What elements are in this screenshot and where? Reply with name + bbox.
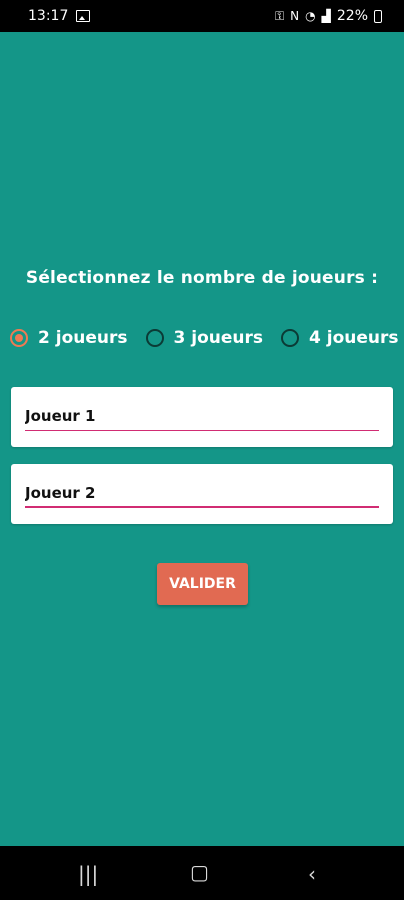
recent-apps-icon[interactable]: |||	[78, 862, 98, 886]
home-icon[interactable]: ▢	[190, 860, 209, 884]
key-icon: ⚿	[275, 9, 285, 23]
radio-label: 3 joueurs	[173, 328, 264, 348]
player-2-underline	[25, 506, 379, 508]
back-icon[interactable]: ‹	[308, 862, 316, 886]
radio-unchecked-icon[interactable]	[281, 329, 299, 347]
signal-icon: ▟	[321, 9, 331, 23]
player-1-input[interactable]	[25, 403, 379, 429]
app-screen: 13:17 ⚿ N ◔ ▟ 22% Sélectionnez le nombre…	[0, 0, 404, 900]
radio-label: 2 joueurs	[38, 328, 128, 348]
radio-2-players[interactable]: 2 joueurs	[10, 328, 128, 348]
radio-unchecked-icon[interactable]	[145, 329, 164, 347]
player-2-card	[11, 464, 393, 524]
status-bar: 13:17 ⚿ N ◔ ▟ 22%	[0, 0, 404, 32]
status-right: ⚿ N ◔ ▟ 22%	[275, 8, 382, 24]
navigation-bar: ||| ▢ ‹	[0, 846, 404, 900]
player-1-underline	[25, 430, 379, 431]
validate-button[interactable]: VALIDER	[157, 563, 248, 605]
battery-icon	[374, 9, 382, 23]
player-1-card	[11, 387, 393, 447]
players-radio-group: 2 joueurs 3 joueurs 4 joueurs	[10, 322, 402, 354]
radio-checked-icon[interactable]	[10, 329, 28, 347]
mute-icon: N	[290, 9, 300, 23]
battery-percent: 22%	[336, 8, 368, 24]
status-time: 13:17	[28, 8, 69, 24]
radio-4-players[interactable]: 4 joueurs	[281, 328, 399, 348]
players-prompt: Sélectionnez le nombre de joueurs :	[25, 268, 379, 288]
status-left: 13:17	[28, 8, 91, 24]
player-2-input[interactable]	[25, 480, 379, 506]
radio-label: 4 joueurs	[309, 328, 399, 348]
gallery-icon	[76, 10, 91, 22]
radio-3-players[interactable]: 3 joueurs	[145, 328, 264, 348]
wifi-icon: ◔	[305, 9, 316, 23]
